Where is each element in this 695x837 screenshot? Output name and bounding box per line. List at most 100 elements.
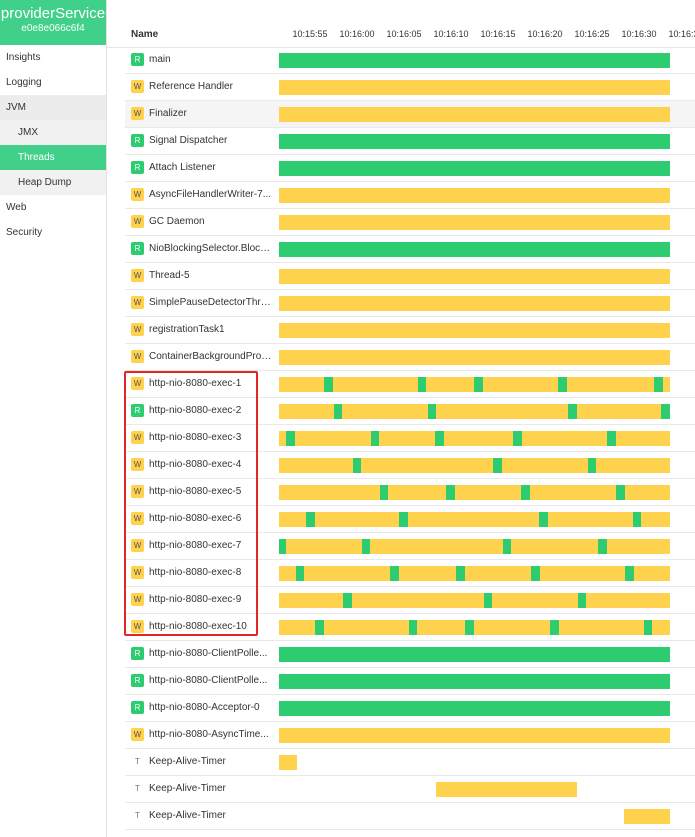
thread-timeline-bar[interactable] [279, 593, 670, 608]
thread-timeline-bar[interactable] [279, 539, 670, 554]
thread-row[interactable]: W ContainerBackgroundProc... [125, 344, 695, 371]
thread-timeline-bar[interactable] [279, 485, 670, 500]
nav-item-insights[interactable]: Insights [0, 45, 106, 70]
thread-state-segment[interactable] [361, 539, 371, 554]
thread-timeline-bar[interactable] [279, 80, 670, 95]
thread-state-segment[interactable] [502, 539, 512, 554]
nav-item-web[interactable]: Web [0, 195, 106, 220]
thread-state-segment[interactable] [370, 431, 380, 446]
thread-row[interactable]: WregistrationTask1 [125, 317, 695, 344]
thread-state-segment[interactable] [643, 620, 653, 635]
thread-row[interactable]: Rhttp-nio-8080-Acceptor-0 [125, 695, 695, 722]
thread-state-segment[interactable] [616, 485, 625, 500]
thread-state-segment[interactable] [279, 107, 670, 122]
thread-state-segment[interactable] [279, 323, 670, 338]
thread-state-segment[interactable] [435, 431, 444, 446]
thread-timeline-bar[interactable] [279, 350, 670, 365]
thread-timeline-bar[interactable] [279, 458, 670, 473]
thread-row[interactable]: W SimplePauseDetectorThre... [125, 290, 695, 317]
thread-state-segment[interactable] [408, 620, 418, 635]
thread-timeline-bar[interactable] [279, 566, 670, 581]
thread-timeline-bar[interactable] [279, 188, 670, 203]
thread-state-segment[interactable] [567, 404, 577, 419]
thread-state-segment[interactable] [279, 755, 297, 770]
nav-item-jvm[interactable]: JVM [0, 95, 106, 120]
thread-row[interactable]: R NioBlockingSelector.Block... [125, 236, 695, 263]
thread-row[interactable]: W Thread-5 [125, 263, 695, 290]
thread-state-segment[interactable] [598, 539, 607, 554]
thread-timeline-bar[interactable] [279, 782, 670, 797]
thread-timeline-bar[interactable] [279, 53, 670, 68]
thread-state-segment[interactable] [436, 782, 577, 797]
thread-timeline-bar[interactable] [279, 323, 670, 338]
thread-state-segment[interactable] [513, 431, 522, 446]
thread-state-segment[interactable] [279, 647, 670, 662]
thread-state-segment[interactable] [323, 377, 333, 392]
thread-state-segment[interactable] [539, 512, 548, 527]
thread-row[interactable]: Rmain [125, 47, 695, 74]
thread-row[interactable]: W GC Daemon [125, 209, 695, 236]
thread-state-segment[interactable] [279, 539, 287, 554]
thread-state-segment[interactable] [279, 728, 670, 743]
thread-row[interactable]: T Keep-Alive-Timer [125, 749, 695, 776]
thread-state-segment[interactable] [343, 593, 352, 608]
thread-row[interactable]: W Reference Handler [125, 74, 695, 101]
thread-state-segment[interactable] [521, 485, 530, 500]
thread-timeline-bar[interactable] [279, 161, 670, 176]
thread-state-segment[interactable] [417, 377, 427, 392]
thread-state-segment[interactable] [279, 242, 670, 257]
thread-timeline-bar[interactable] [279, 620, 670, 635]
thread-timeline-bar[interactable] [279, 404, 670, 419]
thread-row[interactable]: T Keep-Alive-Timer [125, 803, 695, 830]
nav-item-logging[interactable]: Logging [0, 70, 106, 95]
thread-state-segment[interactable] [279, 512, 670, 527]
thread-state-segment[interactable] [279, 458, 670, 473]
thread-row[interactable]: Rhttp-nio-8080-ClientPolle... [125, 668, 695, 695]
thread-state-segment[interactable] [352, 458, 362, 473]
thread-state-segment[interactable] [279, 80, 670, 95]
thread-row[interactable]: R Signal Dispatcher [125, 128, 695, 155]
thread-state-segment[interactable] [379, 485, 389, 500]
thread-state-segment[interactable] [456, 566, 465, 581]
thread-state-segment[interactable] [549, 620, 559, 635]
thread-state-segment[interactable] [445, 485, 455, 500]
thread-state-segment[interactable] [587, 458, 597, 473]
name-column-header[interactable]: Name [131, 29, 158, 40]
thread-row[interactable]: R Attach Listener [125, 155, 695, 182]
thread-state-segment[interactable] [279, 188, 670, 203]
thread-state-segment[interactable] [493, 458, 502, 473]
thread-state-segment[interactable] [305, 512, 315, 527]
nav-item-security[interactable]: Security [0, 220, 106, 245]
thread-state-segment[interactable] [279, 593, 670, 608]
thread-state-segment[interactable] [279, 485, 670, 500]
thread-state-segment[interactable] [653, 377, 663, 392]
thread-timeline-bar[interactable] [279, 809, 670, 824]
thread-state-segment[interactable] [465, 620, 474, 635]
thread-state-segment[interactable] [607, 431, 616, 446]
thread-timeline-bar[interactable] [279, 242, 670, 257]
thread-timeline-bar[interactable] [279, 377, 670, 392]
thread-timeline-bar[interactable] [279, 296, 670, 311]
thread-timeline-bar[interactable] [279, 728, 670, 743]
thread-state-segment[interactable] [279, 134, 670, 149]
thread-row[interactable]: T Keep-Alive-Timer [125, 776, 695, 803]
thread-timeline-bar[interactable] [279, 512, 670, 527]
thread-timeline-bar[interactable] [279, 269, 670, 284]
thread-state-segment[interactable] [279, 53, 670, 68]
thread-state-segment[interactable] [558, 377, 567, 392]
thread-state-segment[interactable] [314, 620, 324, 635]
thread-state-segment[interactable] [623, 809, 670, 824]
thread-state-segment[interactable] [390, 566, 399, 581]
thread-timeline-bar[interactable] [279, 134, 670, 149]
thread-timeline-bar[interactable] [279, 701, 670, 716]
thread-state-segment[interactable] [279, 350, 670, 365]
thread-state-segment[interactable] [625, 566, 634, 581]
thread-state-segment[interactable] [483, 593, 493, 608]
thread-state-segment[interactable] [661, 404, 670, 419]
thread-state-segment[interactable] [399, 512, 408, 527]
thread-state-segment[interactable] [279, 701, 670, 716]
thread-row[interactable]: Whttp-nio-8080-AsyncTime... [125, 722, 695, 749]
nav-item-threads[interactable]: Threads [0, 145, 106, 170]
thread-state-segment[interactable] [427, 404, 437, 419]
thread-timeline-bar[interactable] [279, 755, 670, 770]
